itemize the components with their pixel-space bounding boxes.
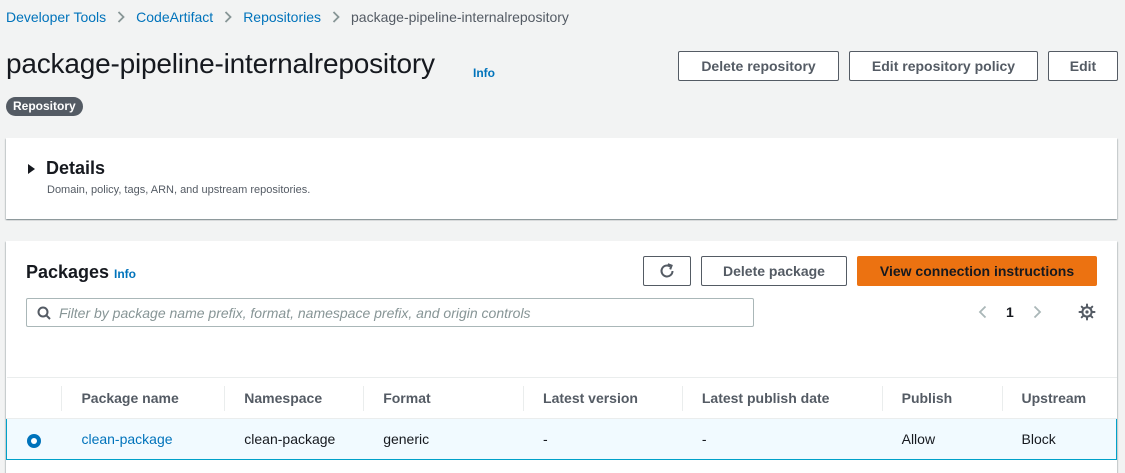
repository-badge: Repository: [6, 97, 83, 116]
package-filter-input[interactable]: [59, 299, 753, 326]
title-info-link[interactable]: Info: [473, 66, 495, 80]
details-description: Domain, policy, tags, ARN, and upstream …: [47, 184, 311, 196]
latest-publish-date-cell: -: [681, 418, 882, 460]
packages-info-link[interactable]: Info: [114, 267, 136, 281]
row-radio-button[interactable]: [27, 433, 41, 448]
chevron-right-icon: [117, 11, 125, 23]
packages-table: Package name Namespace Format Latest ver…: [6, 377, 1117, 460]
breadcrumb-current: package-pipeline-internalrepository: [351, 9, 569, 25]
row-select-cell[interactable]: [6, 418, 62, 460]
page-title: package-pipeline-internalrepository: [6, 48, 435, 79]
column-header-package-name[interactable]: Package name: [61, 377, 225, 419]
column-header-format[interactable]: Format: [363, 377, 524, 419]
details-toggle[interactable]: Details: [28, 158, 105, 179]
details-panel: Details Domain, policy, tags, ARN, and u…: [6, 138, 1117, 219]
delete-package-button[interactable]: Delete package: [701, 256, 847, 286]
breadcrumb-codeartifact[interactable]: CodeArtifact: [136, 9, 213, 25]
view-connection-instructions-button[interactable]: View connection instructions: [857, 256, 1097, 286]
edit-repository-policy-button[interactable]: Edit repository policy: [849, 51, 1038, 81]
packages-panel: Packages Info Delete package View connec…: [6, 241, 1117, 473]
details-title: Details: [46, 158, 106, 178]
package-name-cell: clean-package: [61, 418, 225, 460]
pagination: 1: [974, 301, 1046, 323]
table-header-row: Package name Namespace Format Latest ver…: [6, 377, 1117, 419]
upstream-cell: Block: [1001, 418, 1117, 460]
edit-button[interactable]: Edit: [1048, 51, 1118, 81]
caret-right-icon: [28, 163, 35, 174]
column-header-publish[interactable]: Publish: [881, 377, 1002, 419]
format-cell: generic: [363, 418, 524, 460]
refresh-button[interactable]: [643, 256, 691, 286]
refresh-icon: [658, 262, 676, 280]
select-column-header: [6, 377, 62, 419]
next-page-icon[interactable]: [1030, 305, 1046, 319]
search-icon: [37, 306, 51, 320]
column-header-namespace[interactable]: Namespace: [224, 377, 364, 419]
breadcrumb-developer-tools[interactable]: Developer Tools: [6, 9, 106, 25]
chevron-right-icon: [332, 11, 340, 23]
breadcrumb-repositories[interactable]: Repositories: [243, 9, 321, 25]
package-name-link[interactable]: clean-package: [81, 431, 172, 447]
delete-repository-button[interactable]: Delete repository: [678, 51, 839, 81]
namespace-cell: clean-package: [224, 418, 364, 460]
chevron-right-icon: [224, 11, 232, 23]
current-page-number[interactable]: 1: [1006, 304, 1014, 320]
column-header-latest-version[interactable]: Latest version: [523, 377, 682, 419]
latest-version-cell: -: [523, 418, 682, 460]
package-filter[interactable]: [26, 298, 754, 327]
column-header-latest-publish-date[interactable]: Latest publish date: [681, 377, 882, 419]
packages-title: Packages: [26, 262, 110, 282]
table-row[interactable]: clean-package clean-package generic - - …: [6, 418, 1117, 460]
column-header-upstream[interactable]: Upstream: [1001, 377, 1117, 419]
previous-page-icon[interactable]: [974, 305, 990, 319]
breadcrumb: Developer Tools CodeArtifact Repositorie…: [6, 8, 569, 26]
gear-icon[interactable]: [1078, 303, 1096, 321]
publish-cell: Allow: [881, 418, 1002, 460]
